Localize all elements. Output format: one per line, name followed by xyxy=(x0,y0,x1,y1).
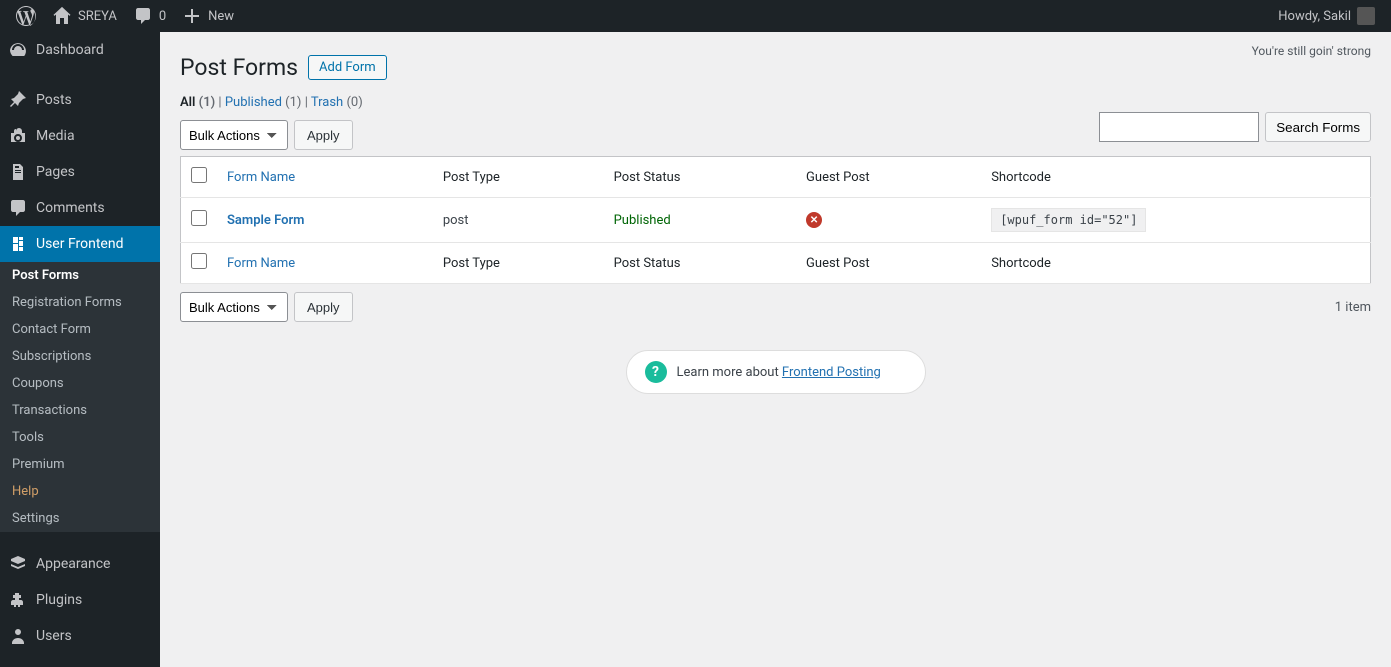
frontend-posting-link[interactable]: Frontend Posting xyxy=(782,365,881,380)
comments-count: 0 xyxy=(159,9,166,24)
submenu-registration-forms[interactable]: Registration Forms xyxy=(0,289,160,316)
menu-label: Posts xyxy=(36,92,72,108)
search-forms-button[interactable]: Search Forms xyxy=(1265,112,1371,142)
home-icon xyxy=(52,6,72,26)
menu-label: User Frontend xyxy=(36,236,123,252)
plus-icon xyxy=(182,6,202,26)
avatar-icon xyxy=(1357,7,1375,25)
col-post-type: Post Type xyxy=(433,157,604,198)
comment-icon xyxy=(8,198,28,218)
page-title: Post Forms xyxy=(180,54,298,81)
search-input[interactable] xyxy=(1099,112,1259,142)
add-form-button[interactable]: Add Form xyxy=(308,55,387,80)
sidebar-item-media[interactable]: Media xyxy=(0,118,160,154)
dashboard-icon xyxy=(8,40,28,60)
bulk-actions-select-top[interactable]: Bulk Actions xyxy=(180,120,288,150)
col-guest-post: Guest Post xyxy=(796,157,981,198)
col-shortcode: Shortcode xyxy=(981,243,1370,284)
learn-more-box: ? Learn more about Frontend Posting xyxy=(626,350,926,394)
row-shortcode[interactable]: [wpuf_form id="52"] xyxy=(991,208,1146,232)
submenu-coupons[interactable]: Coupons xyxy=(0,370,160,397)
top-notice: You're still goin' strong xyxy=(1252,44,1371,58)
col-form-name[interactable]: Form Name xyxy=(217,157,433,198)
col-shortcode: Shortcode xyxy=(981,157,1370,198)
menu-label: Appearance xyxy=(36,556,110,572)
table-row: Sample Form post Published ✕ [wpuf_form … xyxy=(181,198,1371,243)
status-filters: All (1) | Published (1) | Trash (0) xyxy=(180,95,1371,110)
page-icon xyxy=(8,162,28,182)
apply-button-bottom[interactable]: Apply xyxy=(294,292,353,322)
submenu-user-frontend: Post Forms Registration Forms Contact Fo… xyxy=(0,262,160,532)
row-post-status: Published xyxy=(614,213,671,228)
my-account-menu[interactable]: Howdy, Sakil xyxy=(1278,7,1383,25)
bulk-actions-select-bottom[interactable]: Bulk Actions xyxy=(180,292,288,322)
sidebar-item-appearance[interactable]: Appearance xyxy=(0,546,160,582)
admin-sidebar: Dashboard Posts Media Pages Comments Use… xyxy=(0,32,160,667)
submenu-help[interactable]: Help xyxy=(0,478,160,505)
howdy-text: Howdy, Sakil xyxy=(1278,9,1351,24)
wp-logo-menu[interactable] xyxy=(8,0,44,32)
user-frontend-icon xyxy=(8,234,28,254)
sidebar-item-users[interactable]: Users xyxy=(0,618,160,654)
col-post-type: Post Type xyxy=(433,243,604,284)
filter-all[interactable]: All (1) xyxy=(180,95,215,110)
sidebar-item-dashboard[interactable]: Dashboard xyxy=(0,32,160,68)
forms-table: Form Name Post Type Post Status Guest Po… xyxy=(180,156,1371,284)
sidebar-item-plugins[interactable]: Plugins xyxy=(0,582,160,618)
users-icon xyxy=(8,626,28,646)
learn-more-text: Learn more about Frontend Posting xyxy=(677,365,881,380)
help-icon: ? xyxy=(645,361,667,383)
menu-label: Pages xyxy=(36,164,75,180)
pin-icon xyxy=(8,90,28,110)
select-all-bottom[interactable] xyxy=(191,253,207,269)
new-label: New xyxy=(208,9,234,24)
filter-trash[interactable]: Trash xyxy=(311,95,343,110)
col-post-status: Post Status xyxy=(604,157,796,198)
row-select[interactable] xyxy=(191,210,207,226)
sidebar-item-user-frontend[interactable]: User Frontend xyxy=(0,226,160,262)
plugin-icon xyxy=(8,590,28,610)
new-content-menu[interactable]: New xyxy=(174,0,242,32)
col-post-status: Post Status xyxy=(604,243,796,284)
submenu-tools[interactable]: Tools xyxy=(0,424,160,451)
menu-label: Users xyxy=(36,628,72,644)
submenu-subscriptions[interactable]: Subscriptions xyxy=(0,343,160,370)
wordpress-logo-icon xyxy=(16,6,36,26)
item-count-bottom: 1 item xyxy=(1335,300,1371,315)
filter-published[interactable]: Published xyxy=(225,95,282,110)
col-guest-post: Guest Post xyxy=(796,243,981,284)
media-icon xyxy=(8,126,28,146)
form-name-link[interactable]: Sample Form xyxy=(227,213,304,228)
site-name-label: SREYA xyxy=(78,9,117,24)
col-form-name[interactable]: Form Name xyxy=(217,243,433,284)
admin-bar: SREYA 0 New Howdy, Sakil xyxy=(0,0,1391,32)
comments-menu[interactable]: 0 xyxy=(125,0,174,32)
sidebar-item-comments[interactable]: Comments xyxy=(0,190,160,226)
menu-label: Comments xyxy=(36,200,105,216)
main-content: You're still goin' strong Post Forms Add… xyxy=(160,32,1391,667)
submenu-settings[interactable]: Settings xyxy=(0,505,160,532)
comment-icon xyxy=(133,6,153,26)
menu-label: Dashboard xyxy=(36,42,104,58)
submenu-premium[interactable]: Premium xyxy=(0,451,160,478)
appearance-icon xyxy=(8,554,28,574)
submenu-transactions[interactable]: Transactions xyxy=(0,397,160,424)
row-post-type: post xyxy=(433,198,604,243)
site-name-menu[interactable]: SREYA xyxy=(44,0,125,32)
submenu-post-forms[interactable]: Post Forms xyxy=(0,262,160,289)
menu-label: Plugins xyxy=(36,592,82,608)
guest-post-no-icon: ✕ xyxy=(806,212,822,228)
sidebar-item-posts[interactable]: Posts xyxy=(0,82,160,118)
select-all-top[interactable] xyxy=(191,167,207,183)
menu-label: Media xyxy=(36,128,75,144)
sidebar-item-pages[interactable]: Pages xyxy=(0,154,160,190)
submenu-contact-form[interactable]: Contact Form xyxy=(0,316,160,343)
apply-button-top[interactable]: Apply xyxy=(294,120,353,150)
